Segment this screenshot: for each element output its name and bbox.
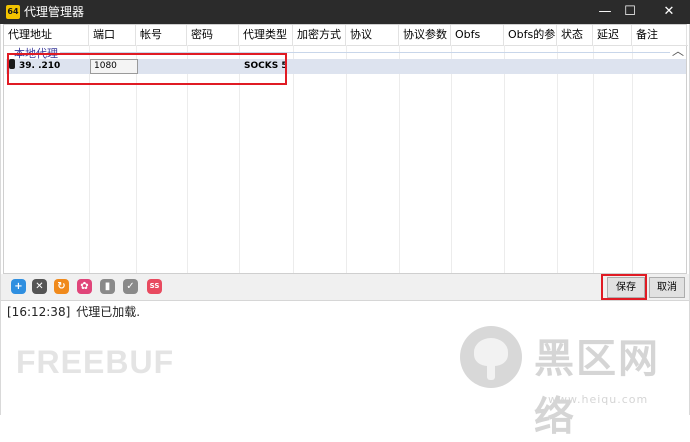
column-divider <box>293 45 294 273</box>
header-protocol-param[interactable]: 协议参数 <box>399 25 451 45</box>
watermark-url: www.heiqu.com <box>548 393 649 406</box>
title-bar: 64 代理管理器 — ☐ ✕ <box>0 0 690 24</box>
log-time: [16:12:38] <box>7 305 71 319</box>
cancel-button[interactable]: 取消 <box>649 277 685 298</box>
app-icon: 64 <box>6 5 20 19</box>
watermark-heiqu: 黑区网络 <box>534 336 660 440</box>
column-divider <box>451 45 452 273</box>
ss-icon[interactable]: SS <box>147 279 162 294</box>
database-icon[interactable]: ▮ <box>100 279 115 294</box>
close-button[interactable]: ✕ <box>652 0 686 24</box>
window-title: 代理管理器 <box>24 5 85 19</box>
log-message: 代理已加载. <box>76 305 141 319</box>
column-divider <box>346 45 347 273</box>
header-protocol[interactable]: 协议 <box>346 25 399 45</box>
watermark-freebuf: FREEBUF <box>16 344 175 380</box>
header-port[interactable]: 端口 <box>89 25 136 45</box>
maximize-button[interactable]: ☐ <box>613 0 647 24</box>
column-divider <box>632 45 633 273</box>
refresh-icon[interactable]: ↻ <box>54 279 69 294</box>
save-highlight-box <box>601 274 647 300</box>
column-divider <box>557 45 558 273</box>
header-obfs[interactable]: Obfs <box>451 25 504 45</box>
add-icon[interactable]: + <box>11 279 26 294</box>
log-entry: [16:12:38] 代理已加载. <box>7 303 140 320</box>
column-divider <box>593 45 594 273</box>
header-status[interactable]: 状态 <box>557 25 593 45</box>
collapse-icon[interactable]: ︿ <box>672 42 684 59</box>
delete-icon[interactable]: ✕ <box>32 279 47 294</box>
column-divider <box>399 45 400 273</box>
header-obfs-param[interactable]: Obfs的参... <box>504 25 557 45</box>
toolbar: + ✕ ↻ ✿ ▮ ✓ SS 保存 取消 <box>1 274 689 301</box>
watermark-logo-icon <box>460 326 522 388</box>
header-address[interactable]: 代理地址 <box>4 25 89 45</box>
column-divider <box>504 45 505 273</box>
proxy-table[interactable]: 代理地址端口帐号密码代理类型加密方式协议协议参数ObfsObfs的参...状态延… <box>3 24 688 274</box>
settings-icon[interactable]: ✿ <box>77 279 92 294</box>
highlight-box <box>7 53 287 85</box>
header-type[interactable]: 代理类型 <box>239 25 293 45</box>
header-password[interactable]: 密码 <box>187 25 239 45</box>
check-icon[interactable]: ✓ <box>123 279 138 294</box>
header-account[interactable]: 帐号 <box>136 25 187 45</box>
header-latency[interactable]: 延迟 <box>593 25 632 45</box>
header-encryption[interactable]: 加密方式 <box>293 25 346 45</box>
